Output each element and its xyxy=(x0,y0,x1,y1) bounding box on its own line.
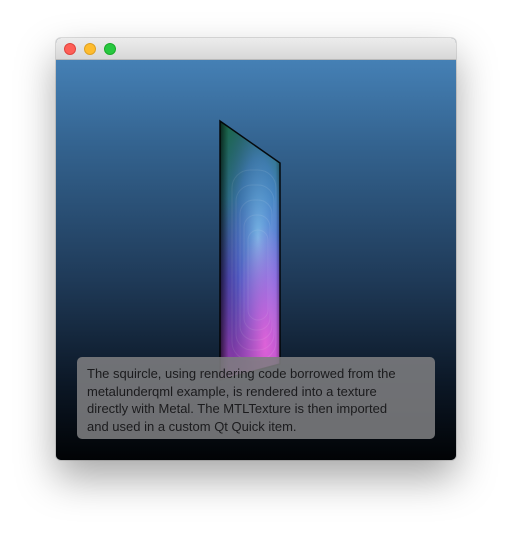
caption-text: The squircle, using rendering code borro… xyxy=(87,366,396,434)
app-window: The squircle, using rendering code borro… xyxy=(56,38,456,460)
minimize-window-icon[interactable] xyxy=(84,43,96,55)
title-bar[interactable] xyxy=(56,38,456,60)
zoom-window-icon[interactable] xyxy=(104,43,116,55)
caption-box: The squircle, using rendering code borro… xyxy=(77,357,435,439)
close-window-icon[interactable] xyxy=(64,43,76,55)
quick-view-content: The squircle, using rendering code borro… xyxy=(56,60,456,460)
